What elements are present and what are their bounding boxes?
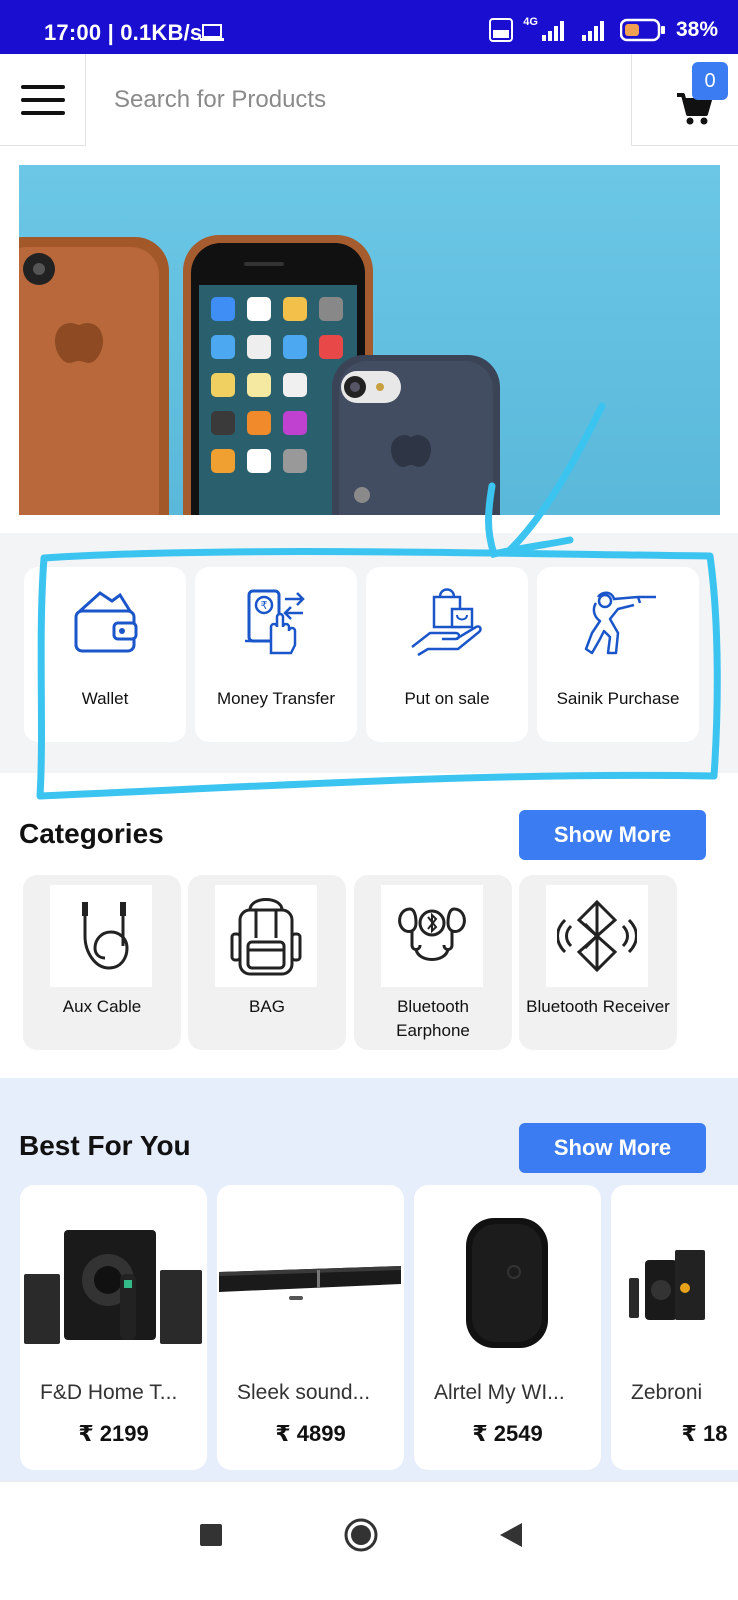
category-label: Bluetooth Receiver	[526, 997, 670, 1016]
product-image-wifi-router	[414, 1195, 601, 1365]
category-label: Aux Cable	[62, 997, 142, 1016]
bluetooth-receiver-icon	[546, 885, 648, 987]
status-bar: 17:00 | 0.1KB/s 4G 38%	[0, 0, 738, 54]
app-bar: 0	[0, 54, 738, 146]
cart-button[interactable]: 0	[631, 54, 738, 146]
category-bluetooth-earphone[interactable]: Bluetooth Earphone	[354, 875, 512, 1050]
put-on-sale-card[interactable]: Put on sale	[366, 567, 528, 742]
product-image-speaker-set	[611, 1195, 738, 1365]
cart-count-badge: 0	[692, 62, 728, 100]
hamburger-icon	[20, 85, 65, 115]
service-label: Wallet	[81, 689, 129, 708]
service-label: Sainik Purchase	[556, 689, 680, 708]
best-for-you-section: Best For You Show More F&D Home T... ₹ 2…	[0, 1078, 738, 1481]
categories-title: Categories	[19, 818, 164, 849]
product-price: ₹ 2199	[78, 1421, 149, 1446]
put-on-sale-icon	[411, 588, 482, 657]
product-card[interactable]: F&D Home T... ₹ 2199	[20, 1185, 207, 1470]
best-for-you-show-more-button[interactable]: Show More	[519, 1123, 706, 1173]
category-aux-cable[interactable]: Aux Cable	[23, 875, 181, 1050]
product-price: ₹ 4899	[275, 1421, 346, 1446]
category-label: Bluetooth Earphone	[396, 997, 470, 1040]
category-label: BAG	[249, 997, 285, 1016]
service-label: Money Transfer	[216, 689, 336, 708]
network-type: 4G	[523, 16, 538, 28]
battery-percent: 38%	[675, 18, 718, 41]
wallet-icon	[74, 591, 138, 653]
category-bag[interactable]: BAG	[188, 875, 346, 1050]
product-image-soundbar	[217, 1195, 404, 1365]
back-button[interactable]	[486, 1510, 536, 1560]
menu-button[interactable]	[0, 54, 86, 146]
back-triangle-icon	[500, 1523, 522, 1547]
phone-cases-image	[19, 235, 500, 515]
product-image-speaker	[20, 1195, 207, 1365]
services-section: Wallet ₹ Money Transfer Put on sale Sain…	[0, 533, 738, 773]
product-card[interactable]: Sleek sound... ₹ 4899	[217, 1185, 404, 1470]
home-button[interactable]	[336, 1510, 386, 1560]
product-name: F&D Home T...	[40, 1381, 178, 1404]
money-transfer-card[interactable]: ₹ Money Transfer	[195, 567, 357, 742]
service-label: Put on sale	[404, 689, 490, 708]
product-name: Zebroni	[631, 1381, 703, 1404]
money-transfer-icon: ₹	[245, 589, 305, 655]
best-for-you-title: Best For You	[19, 1130, 191, 1161]
square-icon	[200, 1524, 222, 1546]
signal-icon-2	[581, 21, 604, 41]
battery-icon	[619, 18, 665, 42]
category-bluetooth-receiver[interactable]: Bluetooth Receiver	[519, 875, 677, 1050]
product-price: ₹ 2549	[472, 1421, 543, 1446]
status-time: 17:00 | 0.1KB/s	[44, 20, 203, 45]
bluetooth-earphone-icon	[381, 885, 483, 987]
recents-button[interactable]	[186, 1510, 236, 1560]
promo-banner[interactable]	[19, 165, 720, 515]
system-nav-bar	[0, 1481, 738, 1600]
wallet-card[interactable]: Wallet	[24, 567, 186, 742]
product-card[interactable]: Zebroni ₹ 18	[611, 1185, 738, 1470]
product-card[interactable]: Alrtel My WI... ₹ 2549	[414, 1185, 601, 1470]
product-name: Alrtel My WI...	[434, 1381, 565, 1404]
sainik-purchase-card[interactable]: Sainik Purchase	[537, 567, 699, 742]
search-input[interactable]	[86, 54, 631, 146]
categories-show-more-button[interactable]: Show More	[519, 810, 706, 860]
bag-icon	[215, 885, 317, 987]
laptop-icon	[200, 24, 224, 41]
soldier-icon	[584, 591, 656, 655]
circle-icon	[344, 1518, 378, 1552]
volte-icon	[489, 18, 514, 42]
product-name: Sleek sound...	[237, 1381, 371, 1404]
aux-cable-icon	[50, 885, 152, 987]
product-price: ₹ 18	[681, 1421, 728, 1446]
svg-text:₹: ₹	[261, 599, 268, 612]
status-icons: 4G 38%	[489, 16, 718, 44]
signal-icon-1	[541, 21, 564, 41]
